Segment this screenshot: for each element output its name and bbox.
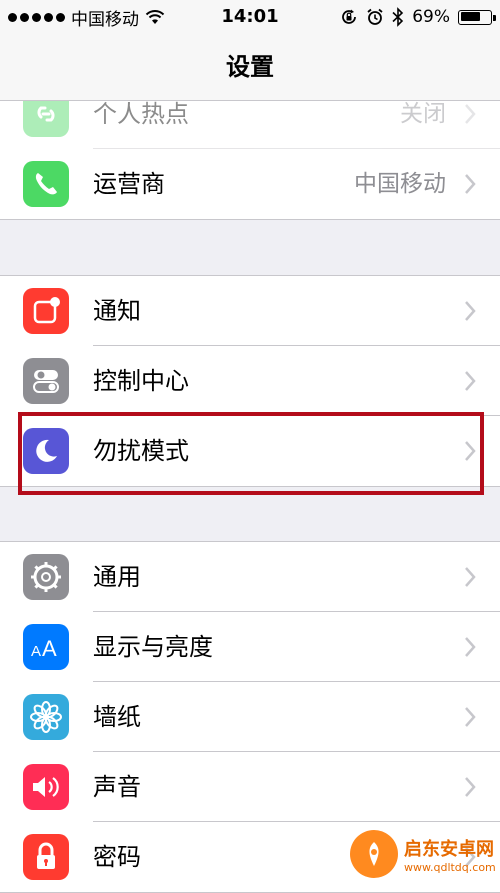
sound-icon <box>23 764 69 810</box>
row-label: 密码 <box>93 843 141 871</box>
rotation-lock-icon <box>342 9 357 24</box>
settings-row-sounds[interactable]: 声音 <box>0 752 500 822</box>
alarm-icon <box>367 8 383 25</box>
display-brightness-icon: A A <box>23 624 69 670</box>
row-label: 显示与亮度 <box>93 633 213 661</box>
chevron-right-icon <box>465 707 476 727</box>
phone-icon <box>23 161 69 207</box>
chevron-right-icon <box>465 637 476 657</box>
chevron-right-icon <box>465 301 476 321</box>
row-label: 墙纸 <box>93 703 141 731</box>
control-center-icon <box>23 358 69 404</box>
watermark: 启东安卓网 www.qdltdq.com <box>350 820 500 888</box>
row-label: 通用 <box>93 563 141 591</box>
bluetooth-icon <box>392 7 404 27</box>
watermark-url: www.qdltdq.com <box>404 860 496 874</box>
chevron-right-icon <box>465 777 476 797</box>
settings-row-control-center[interactable]: 控制中心 <box>0 346 500 416</box>
row-label: 声音 <box>93 773 141 801</box>
row-label: 运营商 <box>93 170 165 198</box>
watermark-logo-icon <box>350 830 398 878</box>
row-label: 通知 <box>93 297 141 325</box>
page-title: 设置 <box>226 53 274 81</box>
passcode-icon <box>23 834 69 880</box>
chevron-right-icon <box>465 104 476 124</box>
svg-text:A: A <box>42 636 57 661</box>
notifications-icon <box>23 288 69 334</box>
watermark-title: 启东安卓网 <box>404 838 494 860</box>
battery-fill <box>460 12 480 21</box>
highlight-box <box>18 412 484 495</box>
status-right: 69% <box>340 0 496 34</box>
chevron-right-icon <box>465 567 476 587</box>
nav-bar: 设置 <box>0 34 500 101</box>
row-label: 控制中心 <box>93 367 189 395</box>
chevron-right-icon <box>465 371 476 391</box>
row-value: 中国移动 <box>354 171 446 197</box>
status-bar: 中国移动 14:01 69% <box>0 0 500 34</box>
settings-row-notifications[interactable]: 通知 <box>0 276 500 346</box>
settings-row-display-brightness[interactable]: A A 显示与亮度 <box>0 612 500 682</box>
chevron-right-icon <box>465 174 476 194</box>
wallpaper-icon <box>23 694 69 740</box>
settings-row-general[interactable]: 通用 <box>0 542 500 612</box>
battery-percent: 69% <box>412 7 450 27</box>
gear-icon <box>23 554 69 600</box>
svg-text:A: A <box>31 643 41 660</box>
settings-row-wallpaper[interactable]: 墙纸 <box>0 682 500 752</box>
settings-row-carrier[interactable]: 运营商 中国移动 <box>0 149 500 219</box>
battery-icon <box>458 9 496 25</box>
